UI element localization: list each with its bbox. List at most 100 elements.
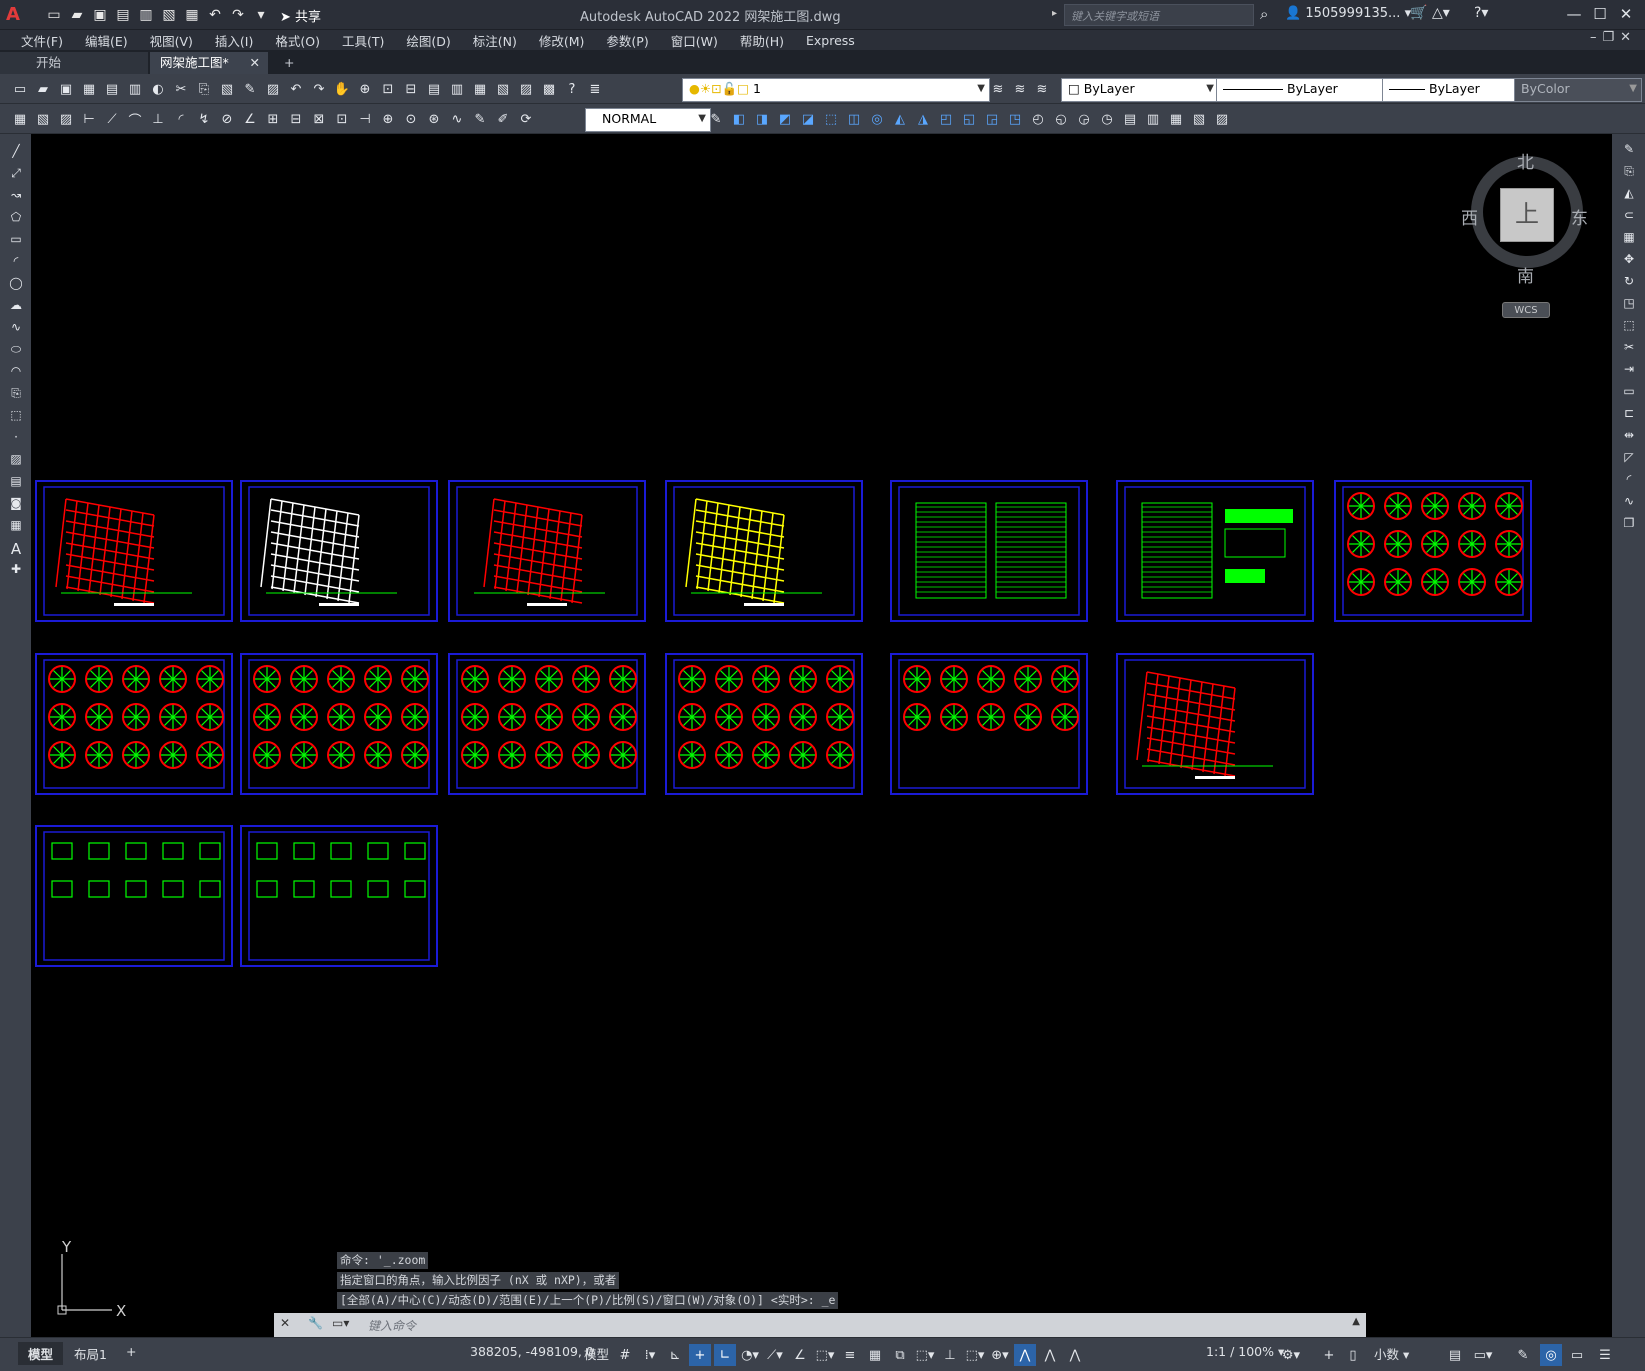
offset-face-icon[interactable]: ▦: [1166, 109, 1186, 129]
make-block-icon[interactable]: ⬚: [6, 408, 26, 426]
dim-text-edit-icon[interactable]: ✐: [493, 109, 513, 129]
line-icon[interactable]: ╱: [6, 144, 26, 162]
break-icon[interactable]: ⊏: [1619, 406, 1639, 424]
workspace-gear-icon[interactable]: ⚙▾: [1280, 1344, 1302, 1366]
gizmo-icon[interactable]: ⊕▾: [989, 1344, 1011, 1366]
menu-dimension[interactable]: 标注(N): [462, 31, 528, 50]
clean-screen-icon[interactable]: ▭: [1566, 1344, 1588, 1366]
user-account[interactable]: 👤 1505999135... ▾: [1285, 6, 1411, 21]
shell-icon[interactable]: ◴: [1028, 109, 1048, 129]
paste-icon[interactable]: ▧: [217, 79, 237, 99]
ellipse-icon[interactable]: ⬭: [6, 342, 26, 360]
tolerance-icon[interactable]: ⊕: [378, 109, 398, 129]
block-editor-icon[interactable]: ▨: [263, 79, 283, 99]
dim-radius-icon[interactable]: ◜: [171, 109, 191, 129]
dim-update-icon[interactable]: ⟳: [516, 109, 536, 129]
new-icon[interactable]: ▭: [44, 5, 64, 25]
drawing-canvas[interactable]: [31, 134, 1612, 1337]
loft-icon[interactable]: ◭: [890, 109, 910, 129]
lock-ui-icon[interactable]: ▭▾: [1472, 1344, 1494, 1366]
dim-style-icon[interactable]: ✎: [706, 109, 726, 129]
table-icon[interactable]: ▦: [6, 518, 26, 536]
redo-tool-icon[interactable]: ↷: [309, 79, 329, 99]
add-layout-button[interactable]: +: [126, 1344, 136, 1359]
inspect-icon[interactable]: ⊛: [424, 109, 444, 129]
menu-edit[interactable]: 编辑(E): [74, 31, 139, 50]
construction-line-icon[interactable]: ⤢: [6, 166, 26, 184]
fillet-icon[interactable]: ◜: [1619, 472, 1639, 490]
thicken-icon[interactable]: ◰: [936, 109, 956, 129]
tab-model[interactable]: 模型: [18, 1342, 64, 1365]
calculator-icon[interactable]: ▩: [539, 79, 559, 99]
command-close-icon[interactable]: ✕: [280, 1316, 290, 1330]
dynamic-ucs-icon[interactable]: ⊥: [939, 1344, 961, 1366]
intersect-icon[interactable]: ◩: [775, 109, 795, 129]
dim-ordinate-icon[interactable]: ⊥: [148, 109, 168, 129]
transparency-icon[interactable]: ▦: [864, 1344, 886, 1366]
ortho-icon[interactable]: ∟: [714, 1344, 736, 1366]
command-input[interactable]: 键入命令: [368, 1317, 416, 1334]
menu-express[interactable]: Express: [795, 33, 866, 48]
object-snap-icon[interactable]: ⬚▾: [814, 1344, 836, 1366]
interfere-icon[interactable]: ◱: [959, 109, 979, 129]
command-expand-icon[interactable]: ▲: [1352, 1316, 1360, 1327]
dim-jogged-icon[interactable]: ↯: [194, 109, 214, 129]
menu-draw[interactable]: 绘图(D): [395, 31, 461, 50]
rectangle-icon[interactable]: ▭: [6, 232, 26, 250]
revolve-icon[interactable]: ◎: [867, 109, 887, 129]
layer-previous-icon[interactable]: ≋: [1010, 79, 1030, 99]
hatch-icon[interactable]: ▨: [6, 452, 26, 470]
new-tab-button[interactable]: +: [278, 52, 302, 74]
offset-icon[interactable]: ⊂: [1619, 208, 1639, 226]
recent-commands-icon[interactable]: ▭▾: [332, 1316, 349, 1330]
delete-face-icon[interactable]: ▧: [1189, 109, 1209, 129]
join-icon[interactable]: ⇹: [1619, 428, 1639, 446]
annotation-monitor-icon[interactable]: +: [1318, 1344, 1340, 1366]
separate-icon[interactable]: ◵: [1051, 109, 1071, 129]
clean-icon[interactable]: ◶: [1074, 109, 1094, 129]
extend-icon[interactable]: ⇥: [1619, 362, 1639, 380]
flatshot-icon[interactable]: ◳: [1005, 109, 1025, 129]
tab-drawing[interactable]: 网架施工图* ✕: [150, 52, 268, 74]
undo-icon[interactable]: ↶: [205, 5, 225, 25]
model-space-toggle[interactable]: 模型: [584, 1344, 609, 1363]
minimize-icon[interactable]: —: [1565, 2, 1583, 26]
search-input[interactable]: 键入关键字或短语: [1064, 4, 1254, 26]
save-file-icon[interactable]: ▣: [56, 79, 76, 99]
revcloud-icon[interactable]: ☁: [6, 298, 26, 316]
web-icon[interactable]: ▥: [136, 5, 156, 25]
dim-angular-icon[interactable]: ∠: [240, 109, 260, 129]
polygon-icon[interactable]: ⬠: [6, 210, 26, 228]
rotate-icon[interactable]: ↻: [1619, 274, 1639, 292]
spline-icon[interactable]: ∿: [6, 320, 26, 338]
properties-icon[interactable]: ▤: [424, 79, 444, 99]
menu-insert[interactable]: 插入(I): [204, 31, 264, 50]
tab-close-icon[interactable]: ✕: [250, 52, 260, 74]
3d-print-icon[interactable]: ◐: [148, 79, 168, 99]
copy-icon[interactable]: ⎘: [194, 79, 214, 99]
dim-aligned-icon[interactable]: ⟋: [102, 109, 122, 129]
sheet-set-icon[interactable]: ▧: [493, 79, 513, 99]
menu-tools[interactable]: 工具(T): [331, 31, 395, 50]
menu-modify[interactable]: 修改(M): [528, 31, 596, 50]
maximize-icon[interactable]: ☐: [1591, 2, 1609, 26]
center-mark-icon[interactable]: ⊙: [401, 109, 421, 129]
pan-icon[interactable]: ✋: [332, 79, 352, 99]
menu-window[interactable]: 窗口(W): [660, 31, 729, 50]
make-current-icon[interactable]: ≋: [988, 79, 1008, 99]
layer-walk-icon[interactable]: ▧: [33, 109, 53, 129]
tab-layout1[interactable]: 布局1: [74, 1344, 107, 1363]
move-icon[interactable]: ✥: [1619, 252, 1639, 270]
dim-diameter-icon[interactable]: ⊘: [217, 109, 237, 129]
polyline-icon[interactable]: ↝: [6, 188, 26, 206]
doc-minimize-icon[interactable]: –: [1590, 30, 1597, 45]
stretch-icon[interactable]: ⬚: [1619, 318, 1639, 336]
rotate-face-icon[interactable]: ▨: [1212, 109, 1232, 129]
search-icon[interactable]: ⌕: [1260, 5, 1268, 23]
close-icon[interactable]: ✕: [1617, 2, 1635, 26]
jogged-linear-icon[interactable]: ∿: [447, 109, 467, 129]
doc-restore-icon[interactable]: ❐: [1603, 30, 1615, 45]
plot-icon[interactable]: ▦: [79, 79, 99, 99]
dim-arc-icon[interactable]: ⌒: [125, 109, 145, 129]
polar-icon[interactable]: ◔▾: [739, 1344, 761, 1366]
